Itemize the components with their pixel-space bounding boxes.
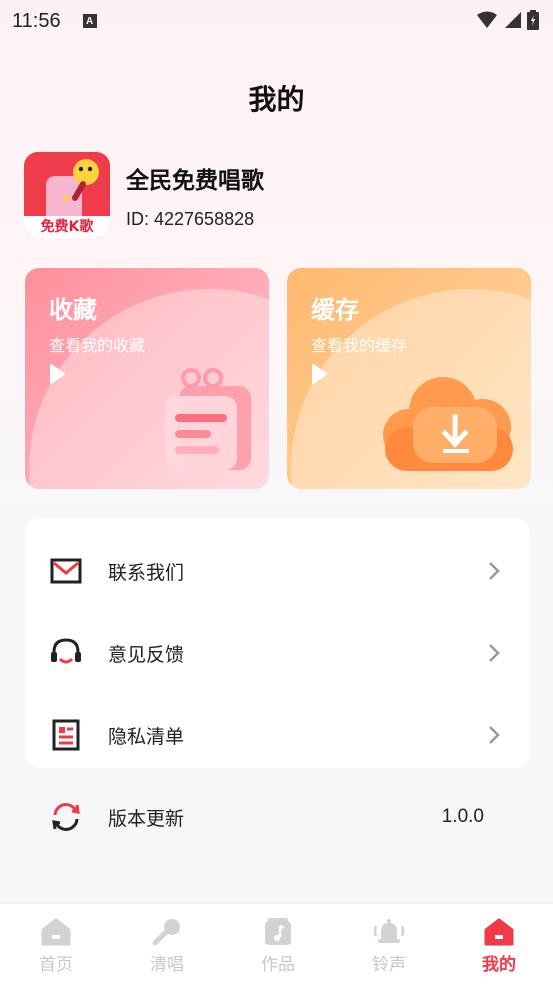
play-icon [312,364,327,384]
menu-item-feedback[interactable]: 意见反馈 [25,612,530,694]
tab-acapella[interactable]: 清唱 [112,904,222,988]
home-icon [484,918,514,946]
avatar-caption: 免费K歌 [24,216,110,238]
cache-subtitle: 查看我的缓存 [311,336,408,355]
tab-label: 铃声 [372,955,406,975]
favorites-subtitle: 查看我的收藏 [49,336,146,355]
headset-icon [49,636,83,670]
document-list-icon [49,718,83,752]
tab-works[interactable]: 作品 [223,904,333,988]
profile-name: 全民免费唱歌 [126,167,264,194]
profile-section[interactable]: 免费K歌 全民免费唱歌 ID: 4227658828 [24,152,264,238]
tab-mine[interactable]: 我的 [444,904,553,988]
profile-id: ID: 4227658828 [126,208,255,229]
tab-ringtone[interactable]: 铃声 [334,904,444,988]
tab-home[interactable]: 首页 [1,904,111,988]
bell-icon [373,919,405,943]
signal-icon [505,12,521,28]
cache-title: 缓存 [311,296,359,324]
profile-text: 全民免费唱歌 ID: 4227658828 [126,161,264,230]
menu-item-label: 版本更新 [108,807,185,830]
play-icon [50,364,65,384]
cloud-download-icon [383,377,513,471]
tab-label: 清唱 [150,955,184,975]
calendar-icon [165,368,251,470]
menu-item-privacy[interactable]: 隐私清单 [25,694,530,776]
tab-label: 我的 [482,955,516,975]
page-title: 我的 [248,83,305,116]
chevron-right-icon [489,726,500,744]
chevron-right-icon [489,644,500,662]
status-indicators [477,10,539,30]
notification-icon: A [82,14,97,28]
tab-label: 首页 [39,955,73,975]
bottom-nav: 首页 清唱 作品 铃声 我的 [0,903,553,988]
chevron-right-icon [489,562,500,580]
settings-menu: 联系我们 意见反馈 隐私清单 [25,518,530,768]
menu-item-update[interactable]: 版本更新 1.0.0 [25,776,530,858]
singer-icon [24,152,110,222]
mail-icon [49,554,83,588]
menu-item-label: 意见反馈 [108,643,185,666]
avatar[interactable]: 免费K歌 [24,152,110,238]
refresh-icon [49,800,83,834]
microphone-icon [152,919,180,946]
version-number: 1.0.0 [441,806,484,827]
favorites-title: 收藏 [49,296,97,324]
wifi-icon [477,11,497,28]
menu-item-label: 隐私清单 [108,725,185,748]
battery-icon [527,10,539,30]
status-bar: 11:56 A [0,0,553,42]
status-time: 11:56 [12,9,61,32]
music-note-icon [265,918,291,945]
menu-item-contact[interactable]: 联系我们 [25,530,530,612]
menu-item-label: 联系我们 [108,561,185,584]
favorites-card[interactable]: 收藏 查看我的收藏 [25,268,269,489]
tab-label: 作品 [261,955,295,975]
home-icon [41,918,71,946]
cache-card[interactable]: 缓存 查看我的缓存 [287,268,531,489]
